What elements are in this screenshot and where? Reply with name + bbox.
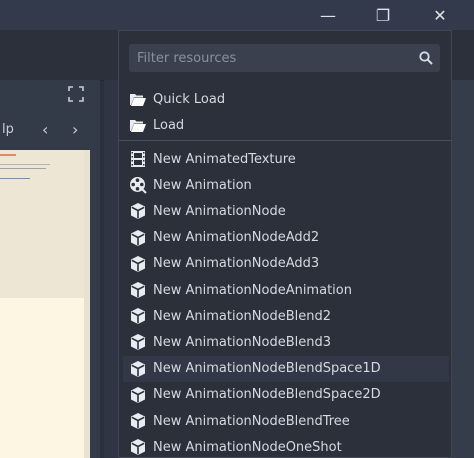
cube-icon	[129, 281, 147, 299]
filter-box	[129, 44, 440, 72]
resource-item-label: New AnimationNode	[153, 203, 286, 219]
document-preview	[0, 150, 90, 458]
resource-item[interactable]: New AnimationNodeBlendSpace1D	[123, 355, 449, 382]
resource-item[interactable]: New AnimationNodeBlendTree	[123, 408, 449, 434]
resource-item-label: New AnimationNodeOneShot	[153, 439, 342, 455]
expand-icon[interactable]	[66, 86, 86, 106]
preview-scroll-edge	[84, 150, 90, 458]
preview-line	[0, 154, 16, 156]
resource-item[interactable]: New AnimationNodeAdd2	[123, 225, 449, 251]
resource-item[interactable]: New AnimationNodeBlend2	[123, 303, 449, 329]
close-icon: ✕	[433, 5, 447, 25]
cube-icon	[129, 202, 147, 220]
minimize-button[interactable]: —	[308, 0, 348, 30]
cube-icon	[129, 333, 147, 351]
resource-item-label: New AnimationNodeBlend3	[153, 334, 331, 350]
preview-line	[0, 178, 30, 179]
resource-item[interactable]: New AnimationNodeBlend3	[123, 329, 449, 355]
resource-item[interactable]: New Animation	[123, 172, 449, 198]
resource-item-label: New AnimationNodeBlendSpace1D	[153, 361, 381, 377]
preview-line	[0, 164, 50, 165]
cube-icon	[129, 307, 147, 325]
resource-item[interactable]: New AnimatedTexture	[123, 146, 449, 172]
panel-gutter	[104, 80, 118, 458]
expand-icon-glyph	[68, 86, 84, 102]
resource-item-label: New AnimationNodeAdd2	[153, 230, 320, 246]
resource-item[interactable]: New AnimationNodeAnimation	[123, 277, 449, 303]
cube-icon	[129, 255, 147, 273]
restore-icon: ❐	[375, 5, 391, 25]
resource-item-label: New AnimationNodeAdd3	[153, 256, 320, 272]
file-action-item[interactable]: Quick Load	[123, 86, 449, 112]
cube-icon	[129, 229, 147, 247]
cube-icon	[129, 360, 147, 378]
resource-item-label: New AnimatedTexture	[153, 151, 296, 167]
close-button[interactable]: ✕	[420, 0, 460, 30]
minimize-icon: —	[320, 5, 336, 25]
resource-item-label: New Animation	[153, 177, 252, 193]
resource-item-label: New AnimationNodeBlend2	[153, 308, 331, 324]
file-action-item[interactable]: Load	[123, 112, 449, 138]
filter-resources-input[interactable]	[129, 44, 399, 72]
cube-icon	[129, 386, 147, 404]
cube-icon	[129, 412, 147, 430]
preview-header-block	[0, 150, 84, 298]
film-icon	[129, 150, 147, 168]
menu-divider	[119, 140, 451, 141]
resource-item[interactable]: New AnimationNodeAdd3	[123, 251, 449, 277]
resource-item-label: New AnimationNodeAnimation	[153, 282, 352, 298]
resource-popup: Quick Load Load New AnimatedTexture New An…	[118, 30, 452, 458]
resource-item[interactable]: New AnimationNodeOneShot	[123, 434, 449, 457]
resource-item[interactable]: New AnimationNode	[123, 198, 449, 224]
next-arrow-icon[interactable]: ›	[72, 120, 78, 139]
folder-open-icon	[129, 116, 147, 134]
restore-button[interactable]: ❐	[363, 0, 403, 30]
file-action-item-label: Load	[153, 117, 185, 133]
file-action-item-label: Quick Load	[153, 91, 226, 107]
resource-item-label: New AnimationNodeBlendTree	[153, 413, 350, 429]
folder-open-icon	[129, 90, 147, 108]
animation-reel-icon	[129, 176, 147, 194]
preview-line	[0, 168, 46, 169]
cube-icon	[129, 438, 147, 456]
search-icon[interactable]	[418, 50, 434, 66]
panel-label: lp	[2, 122, 14, 137]
right-panel-edge	[452, 80, 474, 458]
previous-arrow-icon[interactable]: ‹	[42, 120, 48, 139]
resource-item-label: New AnimationNodeBlendSpace2D	[153, 387, 381, 403]
resource-item[interactable]: New AnimationNodeBlendSpace2D	[123, 382, 449, 408]
